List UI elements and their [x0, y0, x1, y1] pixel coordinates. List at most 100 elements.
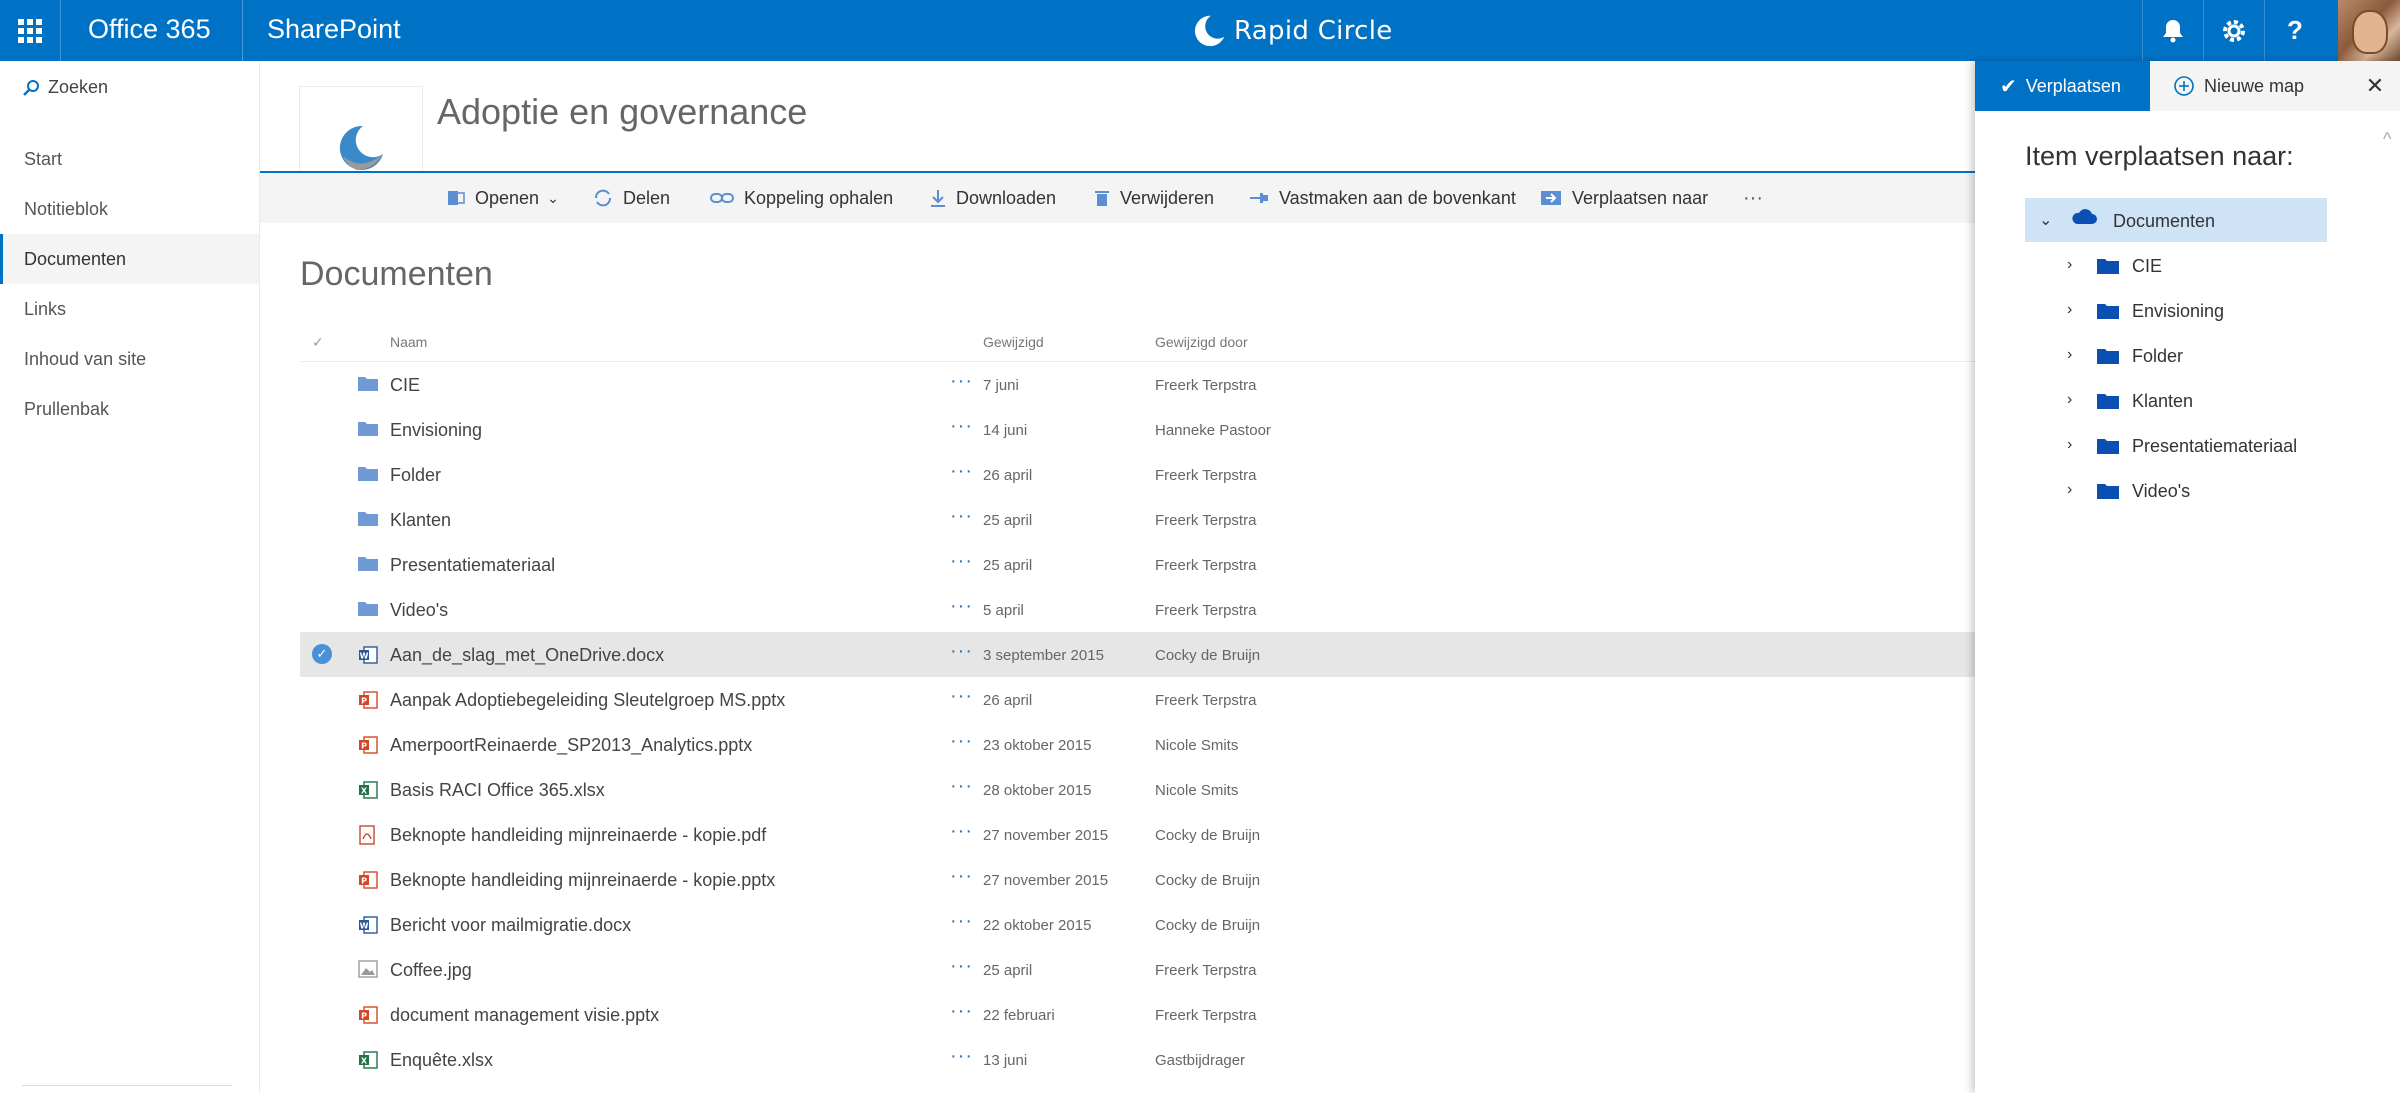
chevron-right-icon[interactable]: › [2067, 346, 2072, 364]
delete-button[interactable]: Verwijderen [1094, 173, 1214, 223]
table-row[interactable]: P Aanpak Adoptiebegeleiding Sleutelgroep … [300, 677, 1975, 722]
table-row[interactable]: P Beknopte handleiding mijnreinaerde - ko… [300, 857, 1975, 902]
tree-folder-item[interactable]: › Envisioning [2025, 288, 2327, 333]
table-row[interactable]: Video's ··· 5 april Freerk Terpstra [300, 587, 1975, 632]
table-row[interactable]: P AmerpoortReinaerde_SP2013_Analytics.ppt… [300, 722, 1975, 767]
panel-scroll-up-icon[interactable]: ^ [2383, 129, 2391, 150]
modified-by[interactable]: Freerk Terpstra [1155, 557, 1256, 574]
nav-item-start[interactable]: Start [0, 134, 259, 184]
bell-icon[interactable] [2142, 0, 2203, 61]
table-row[interactable]: X Basis RACI Office 365.xlsx ··· 28 oktober… [300, 767, 1975, 812]
column-header-modified[interactable]: Gewijzigd [983, 334, 1044, 350]
share-button[interactable]: Delen [593, 173, 670, 223]
tree-folder-item[interactable]: › Video's [2025, 468, 2327, 513]
row-more-actions-icon[interactable]: ··· [950, 865, 973, 888]
modified-by[interactable]: Nicole Smits [1155, 737, 1238, 754]
modified-by[interactable]: Hanneke Pastoor [1155, 422, 1271, 439]
close-icon[interactable]: ✕ [2350, 61, 2400, 111]
tree-folder-item[interactable]: › Presentatiemateriaal [2025, 423, 2327, 468]
get-link-button[interactable]: Koppeling ophalen [710, 173, 893, 223]
row-more-actions-icon[interactable]: ··· [950, 460, 973, 483]
modified-by[interactable]: Freerk Terpstra [1155, 377, 1256, 394]
new-folder-button[interactable]: Nieuwe map [2173, 61, 2304, 111]
row-more-actions-icon[interactable]: ··· [950, 505, 973, 528]
nav-item-links[interactable]: Links [0, 284, 259, 334]
nav-item-notitieblok[interactable]: Notitieblok [0, 184, 259, 234]
panel-move-button[interactable]: ✔ Verplaatsen [1975, 61, 2150, 111]
select-all-check-icon[interactable]: ✓ [312, 334, 324, 351]
row-more-actions-icon[interactable]: ··· [950, 1000, 973, 1023]
row-more-actions-icon[interactable]: ··· [950, 730, 973, 753]
help-icon[interactable]: ? [2264, 0, 2325, 61]
file-name-link[interactable]: Aan_de_slag_met_OneDrive.docx [390, 645, 664, 666]
user-avatar[interactable] [2338, 0, 2400, 61]
nav-item-documenten[interactable]: Documenten [0, 234, 259, 284]
row-more-actions-icon[interactable]: ··· [950, 820, 973, 843]
modified-by[interactable]: Freerk Terpstra [1155, 602, 1256, 619]
row-more-actions-icon[interactable]: ··· [950, 415, 973, 438]
chevron-right-icon[interactable]: › [2067, 256, 2072, 274]
modified-by[interactable]: Freerk Terpstra [1155, 692, 1256, 709]
modified-by[interactable]: Cocky de Bruijn [1155, 917, 1260, 934]
row-more-actions-icon[interactable]: ··· [950, 640, 973, 663]
modified-by[interactable]: Cocky de Bruijn [1155, 647, 1260, 664]
file-name-link[interactable]: Presentatiemateriaal [390, 555, 555, 576]
download-button[interactable]: Downloaden [930, 173, 1056, 223]
table-row[interactable]: Envisioning ··· 14 juni Hanneke Pastoor [300, 407, 1975, 452]
modified-by[interactable]: Cocky de Bruijn [1155, 872, 1260, 889]
modified-by[interactable]: Gastbijdrager [1155, 1052, 1245, 1069]
row-more-actions-icon[interactable]: ··· [950, 955, 973, 978]
table-row[interactable]: Folder ··· 26 april Freerk Terpstra [300, 452, 1975, 497]
file-name-link[interactable]: Beknopte handleiding mijnreinaerde - kop… [390, 870, 775, 891]
file-name-link[interactable]: Bericht voor mailmigratie.docx [390, 915, 631, 936]
search-box[interactable]: Zoeken [22, 77, 108, 98]
file-name-link[interactable]: Enquête.xlsx [390, 1050, 493, 1071]
column-header-name[interactable]: Naam [390, 334, 427, 350]
table-row[interactable]: Pdocument management visie.pptx ··· 22 feb… [300, 992, 1975, 1037]
chevron-right-icon[interactable]: › [2067, 301, 2072, 319]
pin-to-top-button[interactable]: Vastmaken aan de bovenkant [1249, 173, 1516, 223]
row-more-actions-icon[interactable]: ··· [950, 370, 973, 393]
row-more-actions-icon[interactable]: ··· [950, 685, 973, 708]
file-name-link[interactable]: Beknopte handleiding mijnreinaerde - kop… [390, 825, 766, 846]
file-name-link[interactable]: Basis RACI Office 365.xlsx [390, 780, 605, 801]
tree-folder-item[interactable]: › CIE [2025, 243, 2327, 288]
file-name-link[interactable]: CIE [390, 375, 420, 396]
row-more-actions-icon[interactable]: ··· [950, 1045, 973, 1068]
chevron-right-icon[interactable]: › [2067, 436, 2072, 454]
table-row[interactable]: Presentatiemateriaal ··· 25 april Freerk Te… [300, 542, 1975, 587]
file-name-link[interactable]: Coffee.jpg [390, 960, 472, 981]
nav-item-prullenbak[interactable]: Prullenbak [0, 384, 259, 434]
open-button[interactable]: Openen ⌄ [447, 173, 559, 223]
table-row[interactable]: Klanten ··· 25 april Freerk Terpstra [300, 497, 1975, 542]
nav-item-inhoud-van-site[interactable]: Inhoud van site [0, 334, 259, 384]
site-title[interactable]: Adoptie en governance [437, 91, 807, 133]
modified-by[interactable]: Freerk Terpstra [1155, 467, 1256, 484]
file-name-link[interactable]: Aanpak Adoptiebegeleiding Sleutelgroep M… [390, 690, 785, 711]
table-row[interactable]: Beknopte handleiding mijnreinaerde - kop… [300, 812, 1975, 857]
row-more-actions-icon[interactable]: ··· [950, 595, 973, 618]
modified-by[interactable]: Freerk Terpstra [1155, 1007, 1256, 1024]
row-more-actions-icon[interactable]: ··· [950, 775, 973, 798]
move-to-button[interactable]: Verplaatsen naar [1540, 173, 1708, 223]
more-commands-ellipsis-icon[interactable]: ··· [1743, 173, 1763, 223]
row-selected-check-icon[interactable]: ✓ [312, 644, 332, 664]
file-name-link[interactable]: Folder [390, 465, 441, 486]
table-row[interactable]: W Bericht voor mailmigratie.docx ··· 22 okt… [300, 902, 1975, 947]
chevron-down-icon[interactable]: ⌄ [2039, 210, 2052, 230]
office-365-brand[interactable]: Office 365 [88, 14, 211, 45]
column-header-modified-by[interactable]: Gewijzigd door [1155, 334, 1248, 350]
table-row[interactable]: X Enquête.xlsx ··· 13 juni Gastbijdrager [300, 1037, 1975, 1082]
file-name-link[interactable]: document management visie.pptx [390, 1005, 659, 1026]
row-more-actions-icon[interactable]: ··· [950, 550, 973, 573]
chevron-right-icon[interactable]: › [2067, 391, 2072, 409]
tree-folder-item[interactable]: › Klanten [2025, 378, 2327, 423]
file-name-link[interactable]: Video's [390, 600, 448, 621]
table-row[interactable]: ✓ W Aan_de_slag_met_OneDrive.docx ··· 3 sept… [300, 632, 1975, 677]
modified-by[interactable]: Freerk Terpstra [1155, 962, 1256, 979]
file-name-link[interactable]: Envisioning [390, 420, 482, 441]
tree-folder-item[interactable]: › Folder [2025, 333, 2327, 378]
chevron-right-icon[interactable]: › [2067, 481, 2072, 499]
modified-by[interactable]: Nicole Smits [1155, 782, 1238, 799]
file-name-link[interactable]: Klanten [390, 510, 451, 531]
